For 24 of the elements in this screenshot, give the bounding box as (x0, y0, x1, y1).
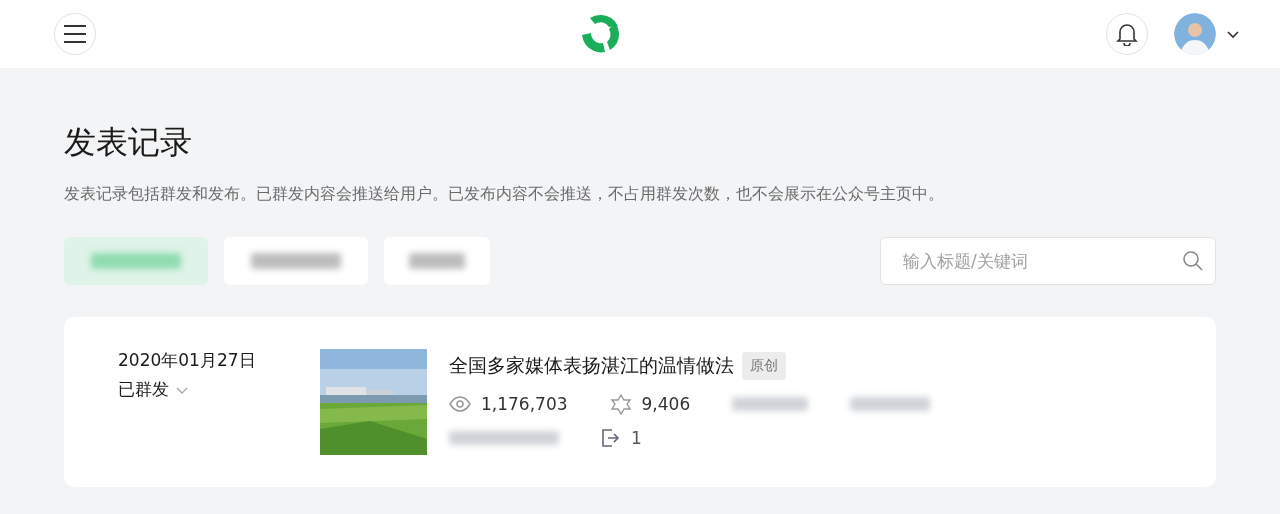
filter-tab[interactable] (384, 237, 490, 285)
bell-icon (1116, 22, 1138, 46)
view-count: 1,176,703 (481, 394, 568, 414)
menu-icon (63, 24, 87, 44)
avatar (1174, 13, 1216, 55)
filter-tab[interactable] (64, 237, 208, 285)
original-tag: 原创 (742, 352, 786, 380)
filter-tab[interactable] (224, 237, 368, 285)
share-count: 1 (631, 428, 642, 448)
page-title: 发表记录 (64, 122, 193, 163)
notification-button[interactable] (1106, 13, 1148, 55)
account-menu[interactable] (1174, 13, 1240, 55)
search-icon (1182, 250, 1204, 272)
status-dropdown[interactable]: 已群发 (118, 378, 320, 401)
chevron-down-icon (1226, 29, 1240, 39)
star-icon (609, 393, 632, 415)
search-field[interactable]: 输入标题/关键词 (880, 237, 1216, 285)
page-description: 发表记录包括群发和发布。已群发内容会推送给用户。已发布内容不会推送，不占用群发次数，也不会展示在公众号主页中。 (64, 184, 945, 205)
like-count: 9,406 (641, 394, 691, 414)
menu-button[interactable] (54, 13, 96, 55)
share-icon (599, 427, 621, 449)
post-date: 2020年01月27日 (118, 349, 257, 372)
post-title: 全国多家媒体表扬湛江的温情做法 (449, 353, 734, 378)
eye-icon (449, 396, 471, 412)
